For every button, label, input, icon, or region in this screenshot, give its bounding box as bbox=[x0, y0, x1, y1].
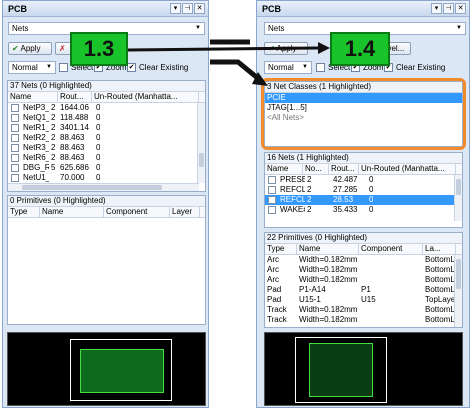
callout-step-1-3: 1.3 bbox=[70, 32, 128, 66]
callout-step-1-4: 1.4 bbox=[330, 32, 390, 66]
